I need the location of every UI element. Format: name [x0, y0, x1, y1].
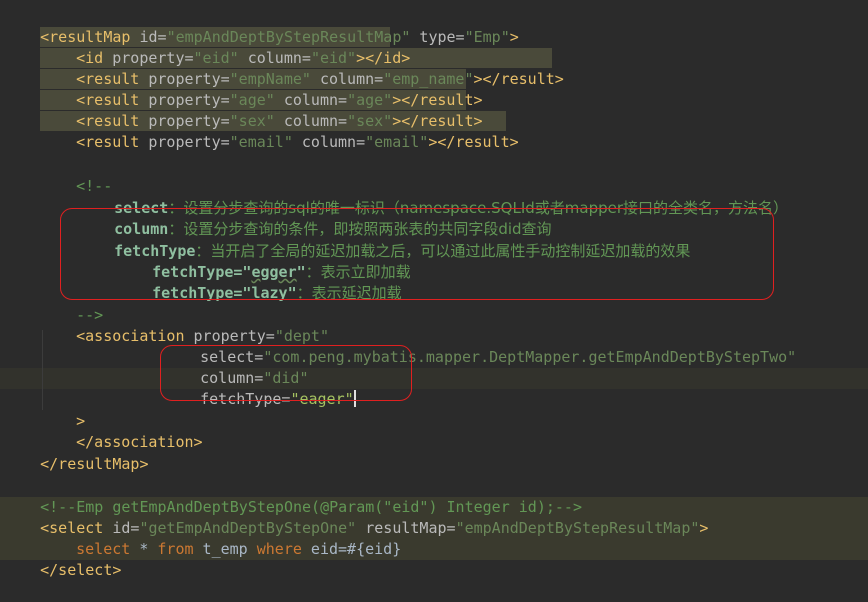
- result-column-attr: column=: [292, 133, 366, 151]
- code-line: <resultMap id="empAndDeptByStepResultMap…: [4, 6, 519, 46]
- select-close-tag: </select>: [40, 561, 122, 579]
- resultmap-type-attr: type=: [410, 28, 465, 46]
- code-line: <id property="eid" column="eid"></id>: [40, 27, 410, 67]
- code-line: >: [40, 390, 85, 430]
- code-line: select="com.peng.mybatis.mapper.DeptMapp…: [164, 326, 796, 366]
- code-editor[interactable]: <resultMap id="empAndDeptByStepResultMap…: [0, 0, 868, 579]
- code-line: </select>: [4, 539, 121, 579]
- sql-where-keyword: where: [256, 540, 302, 558]
- resultmap-close-tag: </resultMap>: [40, 455, 149, 473]
- code-line: </association>: [40, 411, 202, 451]
- result-tag-close: ></result>: [428, 133, 519, 151]
- code-line: <result property="email" column="email">…: [40, 111, 519, 151]
- annotation-box-fetchtype-attr: [160, 345, 412, 401]
- code-line: <association property="dept": [40, 305, 329, 345]
- code-line: <select id="getEmpAndDeptByStepOne" resu…: [4, 497, 708, 537]
- code-line: <!--: [40, 155, 112, 195]
- code-line: </resultMap>: [4, 433, 148, 473]
- code-line: <result property="empName" column="emp_n…: [40, 48, 564, 88]
- result-tag: <result: [76, 133, 140, 151]
- code-line: <result property="age" column="age"></re…: [40, 69, 482, 109]
- sql-condition: eid=#{eid}: [301, 540, 402, 558]
- current-line-highlight: [0, 368, 868, 389]
- resultmap-open-tag-end: >: [509, 28, 519, 46]
- code-line: select：设置分步查询的sql的唯一标识（namespace.SQLId或者…: [78, 177, 788, 217]
- annotation-box-fetchtype-comment: [60, 208, 774, 300]
- result-property-value: "email": [229, 133, 293, 151]
- select-resultmap-value: "empAndDeptByStepResultMap": [455, 519, 700, 537]
- select-open-tag-end: >: [699, 519, 709, 537]
- sql-from-keyword: from: [157, 540, 194, 558]
- code-line: <!--Emp getEmpAndDeptByStepOne(@Param("e…: [4, 476, 582, 516]
- code-line: <result property="sex" column="sex"></re…: [40, 90, 482, 130]
- resultmap-type-value: "Emp": [464, 28, 510, 46]
- result-column-value: "email": [365, 133, 429, 151]
- result-tag-close: ></result>: [473, 70, 564, 88]
- code-line: select * from t_emp where eid=#{eid}: [40, 518, 401, 558]
- sql-star: *: [130, 540, 158, 558]
- sql-table: t_emp: [193, 540, 257, 558]
- result-property-attr: property=: [139, 133, 230, 151]
